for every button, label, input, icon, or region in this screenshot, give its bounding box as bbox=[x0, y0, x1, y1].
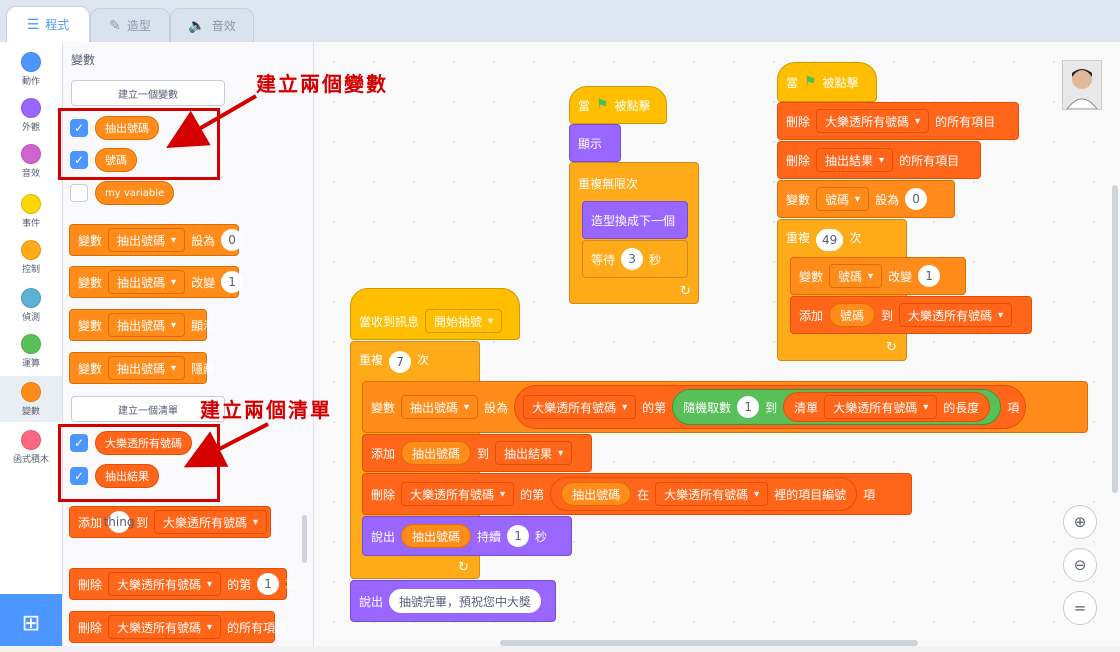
annotation-arrows bbox=[166, 94, 269, 468]
annotation-arrow-lists bbox=[183, 422, 269, 468]
status-strip bbox=[0, 646, 1120, 652]
annotation-arrow-variables bbox=[166, 94, 258, 149]
